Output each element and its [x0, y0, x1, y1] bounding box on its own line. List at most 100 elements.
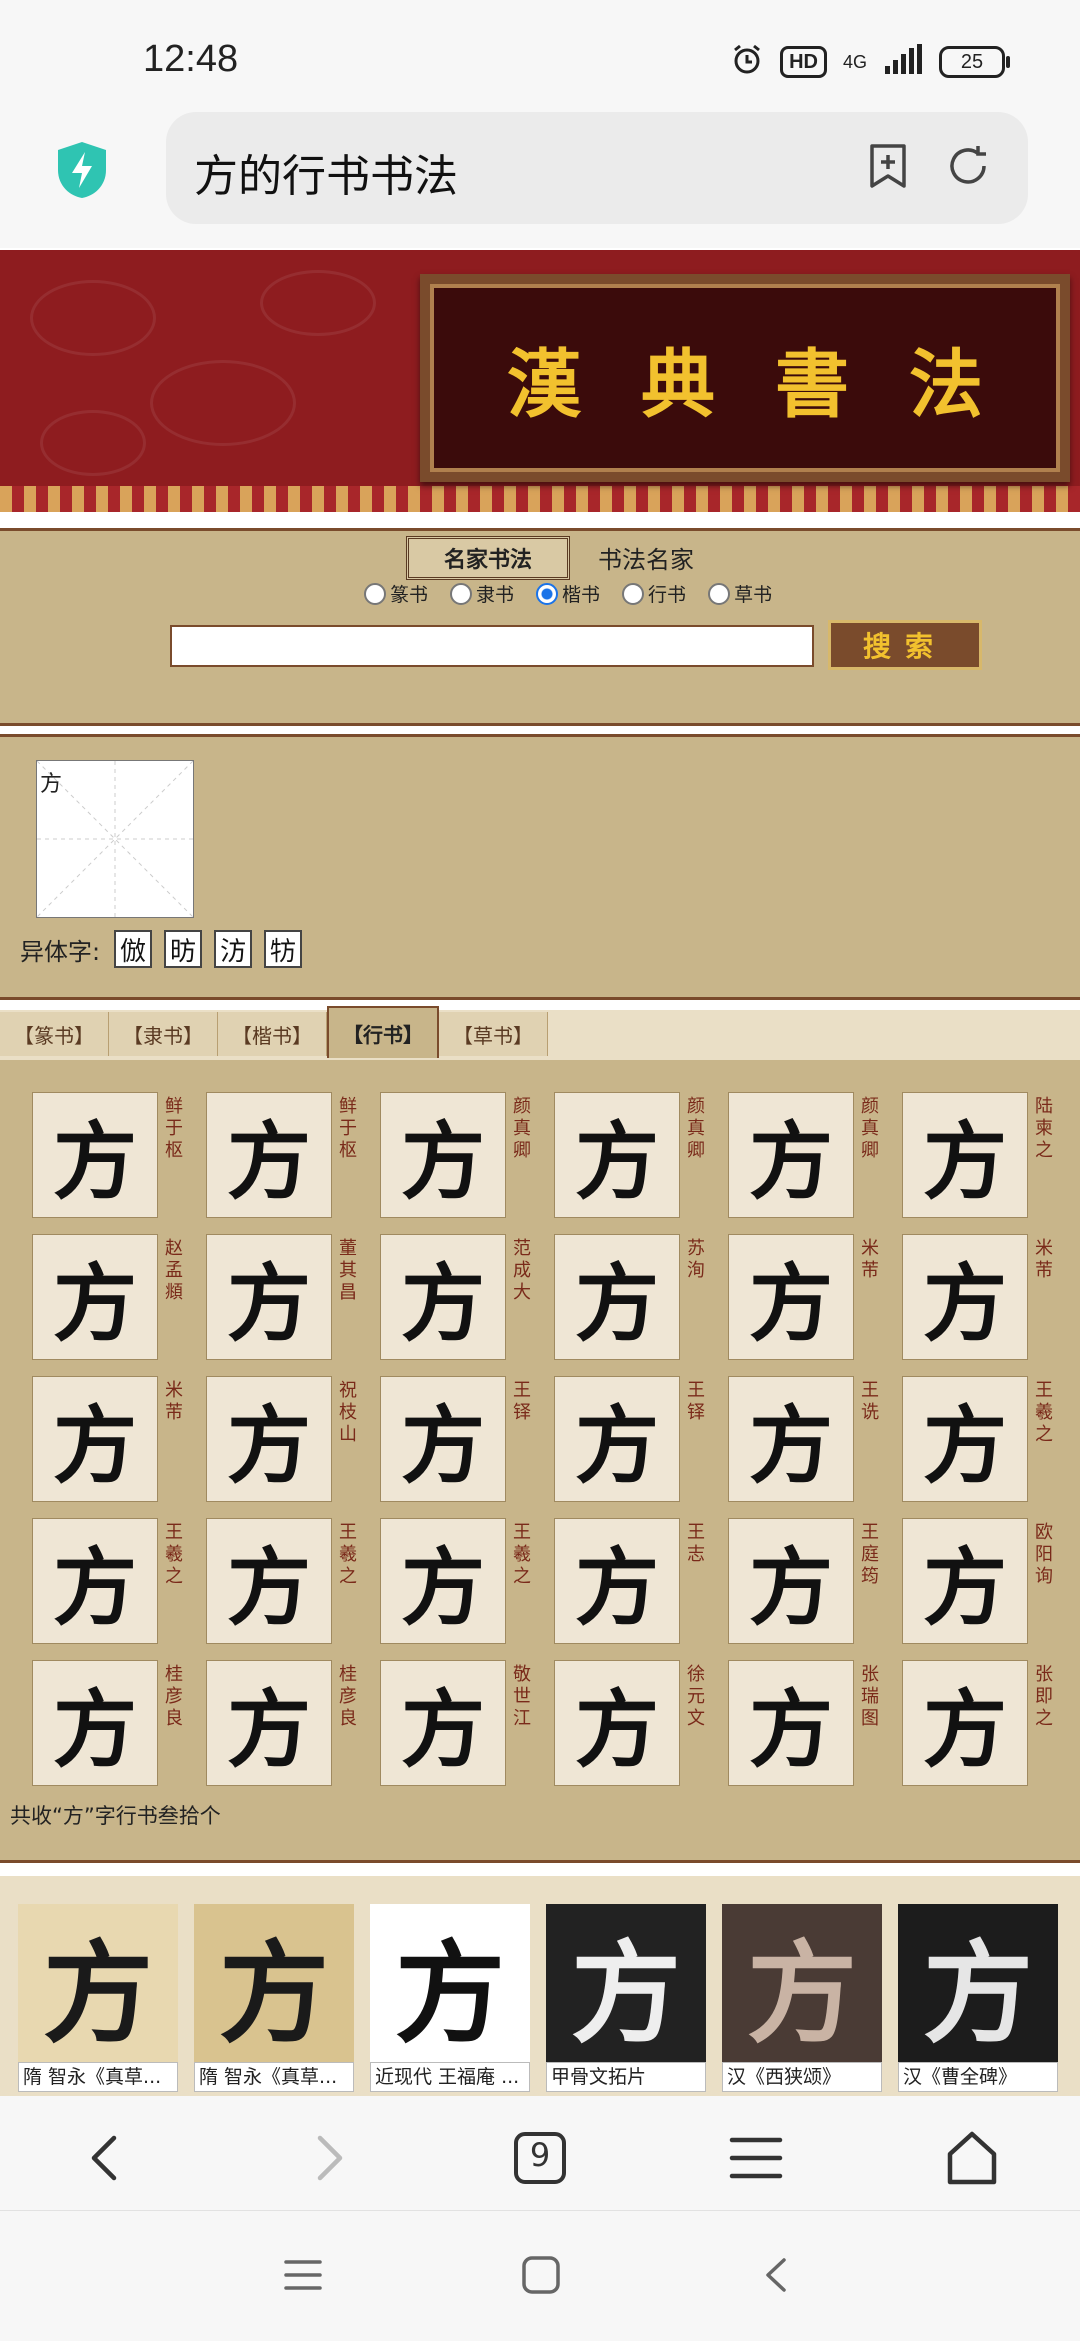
search-input[interactable]: [170, 625, 814, 667]
tab-kaishu[interactable]: 【楷书】: [218, 1012, 327, 1056]
calligraphy-cell[interactable]: 方: [728, 1092, 854, 1218]
calligraphy-cell[interactable]: 方: [728, 1234, 854, 1360]
calligrapher-name: 王铎: [513, 1380, 531, 1423]
system-home-icon[interactable]: [520, 2254, 562, 2300]
calligrapher-name: 祝枝山: [339, 1380, 357, 1445]
radio-zhuan[interactable]: 篆书: [364, 580, 428, 607]
variant-char[interactable]: 汸: [214, 930, 252, 968]
refresh-icon[interactable]: [944, 142, 992, 190]
calligraphy-glyph: 方: [400, 1253, 485, 1353]
gallery-thumbnail[interactable]: 方: [898, 1904, 1058, 2064]
calligraphy-glyph: 方: [226, 1679, 311, 1779]
calligraphy-glyph: 方: [226, 1253, 311, 1353]
radio-kai[interactable]: 楷书: [536, 580, 600, 607]
status-icons: HD 4G 25: [730, 42, 1010, 82]
site-logo[interactable]: 漢 典 書 法: [420, 274, 1070, 482]
calligraphy-glyph: 方: [226, 1537, 311, 1637]
calligraphy-cell[interactable]: 方: [206, 1234, 332, 1360]
calligraphy-cell[interactable]: 方: [380, 1518, 506, 1644]
calligraphy-cell[interactable]: 方: [554, 1234, 680, 1360]
calligraphy-cell[interactable]: 方: [206, 1660, 332, 1786]
calligraphy-cell[interactable]: 方: [728, 1660, 854, 1786]
signal-icon: [883, 44, 923, 80]
calligraphy-cell[interactable]: 方: [380, 1234, 506, 1360]
calligraphy-cell[interactable]: 方: [206, 1376, 332, 1502]
logo-char: 書: [775, 341, 849, 428]
tab-famous-calligraphy[interactable]: 名家书法: [406, 536, 570, 580]
menu-icon[interactable]: [726, 2128, 786, 2188]
radio-cao[interactable]: 草书: [708, 580, 772, 607]
variant-char[interactable]: 牥: [264, 930, 302, 968]
calligrapher-name: 王羲之: [339, 1522, 357, 1587]
thumbnail-caption[interactable]: 汉《西狭颂》: [722, 2062, 882, 2092]
calligraphy-glyph: 方: [574, 1537, 659, 1637]
radio-xing[interactable]: 行书: [622, 580, 686, 607]
tab-lishu[interactable]: 【隶书】: [109, 1012, 218, 1056]
system-back-icon[interactable]: [756, 2254, 798, 2300]
calligrapher-name: 王铎: [687, 1380, 705, 1423]
calligraphy-cell[interactable]: 方: [32, 1518, 158, 1644]
gallery-thumbnail[interactable]: 方: [722, 1904, 882, 2064]
thumbnail-caption[interactable]: 隋 智永《真草...: [194, 2062, 354, 2092]
calligrapher-name: 徐元文: [687, 1664, 705, 1729]
tab-calligraphers[interactable]: 书法名家: [598, 540, 694, 575]
calligraphy-cell[interactable]: 方: [32, 1376, 158, 1502]
thumbnail-caption[interactable]: 隋 智永《真草...: [18, 2062, 178, 2092]
thumbnail-caption[interactable]: 近现代 王福庵 ...: [370, 2062, 530, 2092]
calligraphy-cell[interactable]: 方: [380, 1092, 506, 1218]
calligrapher-name: 王羲之: [165, 1522, 183, 1587]
calligraphy-grid: 方鲜于枢方鲜于枢方颜真卿方颜真卿方颜真卿方陆柬之方赵孟頫方董其昌方范成大方苏洵方…: [0, 1060, 1080, 1863]
calligrapher-name: 米芾: [861, 1238, 879, 1281]
calligraphy-glyph: 方: [52, 1253, 137, 1353]
thumbnail-caption[interactable]: 甲骨文拓片: [546, 2062, 706, 2092]
calligraphy-cell[interactable]: 方: [206, 1092, 332, 1218]
calligraphy-cell[interactable]: 方: [902, 1660, 1028, 1786]
calligraphy-cell[interactable]: 方: [728, 1376, 854, 1502]
calligraphy-cell[interactable]: 方: [902, 1376, 1028, 1502]
calligraphy-cell[interactable]: 方: [380, 1660, 506, 1786]
variant-char[interactable]: 昉: [164, 930, 202, 968]
calligraphy-glyph: 方: [400, 1395, 485, 1495]
thumbnail-glyph: 方: [571, 1929, 681, 2058]
calligraphy-glyph: 方: [574, 1679, 659, 1779]
calligraphy-cell[interactable]: 方: [902, 1518, 1028, 1644]
calligraphy-cell[interactable]: 方: [32, 1234, 158, 1360]
calligraphy-cell[interactable]: 方: [902, 1234, 1028, 1360]
page-title[interactable]: 方的行书书法: [194, 140, 458, 204]
calligraphy-cell[interactable]: 方: [554, 1518, 680, 1644]
back-icon[interactable]: [76, 2128, 136, 2188]
calligraphy-glyph: 方: [52, 1111, 137, 1211]
forward-icon[interactable]: [298, 2128, 358, 2188]
calligrapher-name: 桂彦良: [339, 1664, 357, 1729]
thumbnail-caption[interactable]: 汉《曹全碑》: [898, 2062, 1058, 2092]
tab-zhuanshu[interactable]: 【篆书】: [0, 1012, 109, 1056]
calligraphy-cell[interactable]: 方: [902, 1092, 1028, 1218]
calligrapher-name: 董其昌: [339, 1238, 357, 1303]
gallery-thumbnail[interactable]: 方: [194, 1904, 354, 2064]
calligraphy-cell[interactable]: 方: [32, 1092, 158, 1218]
calligraphy-cell[interactable]: 方: [554, 1092, 680, 1218]
calligraphy-cell[interactable]: 方: [554, 1376, 680, 1502]
security-shield-icon[interactable]: [54, 140, 110, 200]
calligraphy-cell[interactable]: 方: [728, 1518, 854, 1644]
hd-badge: HD: [780, 46, 827, 78]
banner-border: [0, 486, 1080, 512]
home-icon[interactable]: [942, 2128, 1002, 2188]
calligraphy-cell[interactable]: 方: [554, 1660, 680, 1786]
gallery-thumbnail[interactable]: 方: [370, 1904, 530, 2064]
search-button[interactable]: 搜索: [828, 620, 982, 670]
recent-apps-icon[interactable]: [282, 2254, 324, 2300]
calligrapher-name: 张即之: [1035, 1664, 1053, 1729]
tabs-icon[interactable]: 9: [510, 2128, 570, 2188]
gallery-thumbnail[interactable]: 方: [546, 1904, 706, 2064]
gallery-thumbnail[interactable]: 方: [18, 1904, 178, 2064]
calligraphy-cell[interactable]: 方: [32, 1660, 158, 1786]
radio-li[interactable]: 隶书: [450, 580, 514, 607]
calligraphy-cell[interactable]: 方: [206, 1518, 332, 1644]
tab-caoshu[interactable]: 【草书】: [439, 1012, 548, 1056]
variant-char[interactable]: 倣: [114, 930, 152, 968]
tab-xingshu[interactable]: 【行书】: [327, 1006, 439, 1058]
add-bookmark-icon[interactable]: [864, 142, 912, 190]
calligraphy-cell[interactable]: 方: [380, 1376, 506, 1502]
script-radio-group: 篆书 隶书 楷书 行书 草书: [364, 580, 772, 607]
